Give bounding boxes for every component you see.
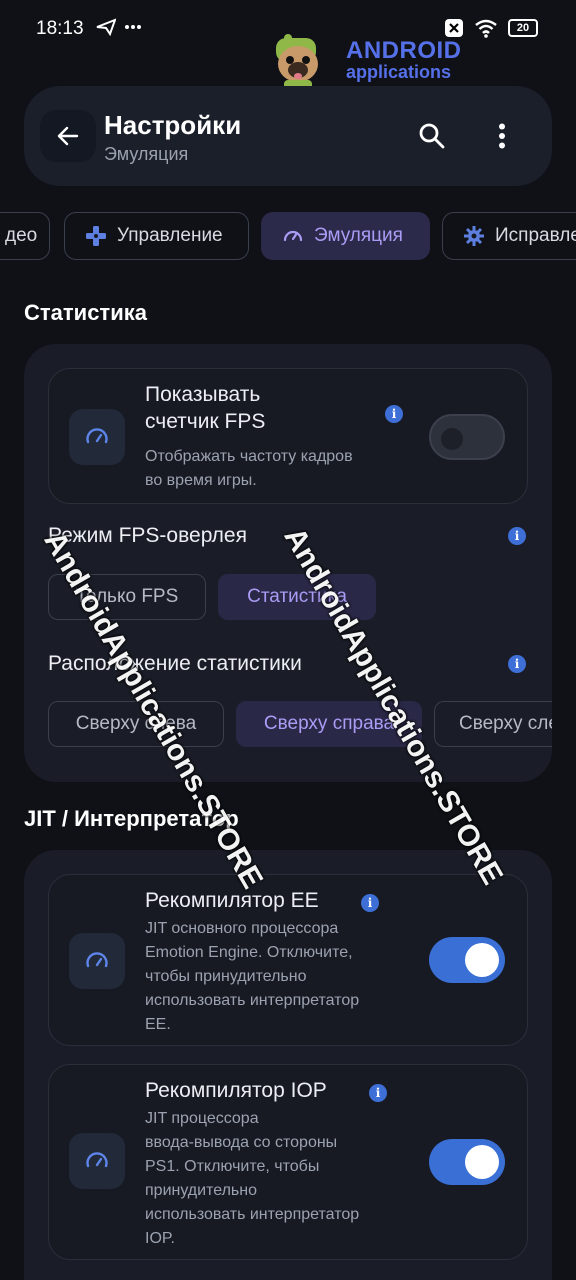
switch-knob (465, 943, 499, 977)
status-left-icons (96, 18, 142, 36)
tab-video[interactable]: део (0, 212, 50, 260)
logo-title: ANDROID (346, 37, 462, 64)
logo-text: ANDROID applications (346, 37, 462, 82)
speedometer-icon (283, 230, 303, 242)
section-title-statistics: Статистика (24, 300, 147, 325)
status-time: 18:13 (36, 18, 84, 39)
category-tabs: део Управление Эмуляция Исправле (0, 212, 576, 260)
info-icon[interactable]: i (361, 894, 379, 912)
top-app-bar: Настройки Эмуляция (24, 86, 552, 186)
tab-controls[interactable]: Управление (64, 212, 249, 260)
statistics-card: Показывать счетчик FPS i Отображать част… (24, 344, 552, 782)
more-options-button[interactable] (482, 116, 522, 156)
overlay-mode-label: Режим FPS-оверлея (48, 524, 247, 547)
search-button[interactable] (412, 116, 452, 156)
info-icon[interactable]: i (508, 527, 526, 545)
back-button[interactable] (40, 110, 96, 162)
switch-knob (465, 1145, 499, 1179)
wifi-icon (475, 19, 497, 38)
tab-fixes[interactable]: Исправле (442, 212, 576, 260)
setting-description: JIT процессора ввода-вывода со стороны P… (145, 1110, 360, 1247)
arrow-left-icon (57, 126, 79, 146)
tab-label: део (5, 225, 38, 246)
show-fps-setting[interactable]: Показывать счетчик FPS i Отображать част… (48, 368, 528, 504)
info-icon[interactable]: i (369, 1084, 387, 1102)
kebab-menu-icon (499, 123, 505, 149)
tab-label: Управление (117, 225, 223, 246)
send-icon (96, 18, 116, 36)
position-option-bottom-left[interactable]: Сверху сле (434, 701, 552, 747)
fps-toggle-switch[interactable] (429, 414, 505, 460)
tab-label: Исправле (495, 225, 576, 246)
info-icon[interactable]: i (385, 405, 403, 423)
page-subtitle: Эмуляция (104, 144, 189, 164)
setting-description: Отображать частоту кадров во время игры. (145, 448, 353, 489)
iop-recompiler-toggle[interactable] (429, 1139, 505, 1185)
setting-title: Рекомпилятор EE (145, 889, 319, 912)
iop-recompiler-setting[interactable]: Рекомпилятор IOP i JIT процессора ввода-… (48, 1064, 528, 1260)
switch-knob (441, 428, 463, 450)
setting-description: JIT основного процессора Emotion Engine.… (145, 920, 360, 1033)
tab-emulation[interactable]: Эмуляция (261, 212, 430, 260)
gamepad-icon (86, 226, 106, 246)
page-title: Настройки (104, 110, 242, 140)
setting-title: Рекомпилятор IOP (145, 1079, 327, 1102)
speedometer-icon (69, 933, 125, 989)
search-icon (419, 123, 445, 149)
ee-recompiler-setting[interactable]: Рекомпилятор EE i JIT основного процессо… (48, 874, 528, 1046)
tab-label: Эмуляция (314, 225, 403, 246)
position-label: Расположение статистики (48, 652, 302, 675)
setting-title: Показывать счетчик FPS (145, 383, 266, 434)
speedometer-icon (69, 1133, 125, 1189)
jit-card: Рекомпилятор EE i JIT основного процессо… (24, 850, 552, 1280)
android-pug-logo-icon (276, 34, 318, 90)
gear-icon (464, 226, 484, 246)
info-icon[interactable]: i (508, 655, 526, 673)
logo-subtitle: applications (346, 62, 452, 82)
ee-recompiler-toggle[interactable] (429, 937, 505, 983)
battery-indicator: 20 (508, 19, 538, 37)
speedometer-icon (69, 409, 125, 465)
more-dots-icon (125, 25, 141, 29)
watermark-logo: ANDROID applications (268, 28, 462, 92)
